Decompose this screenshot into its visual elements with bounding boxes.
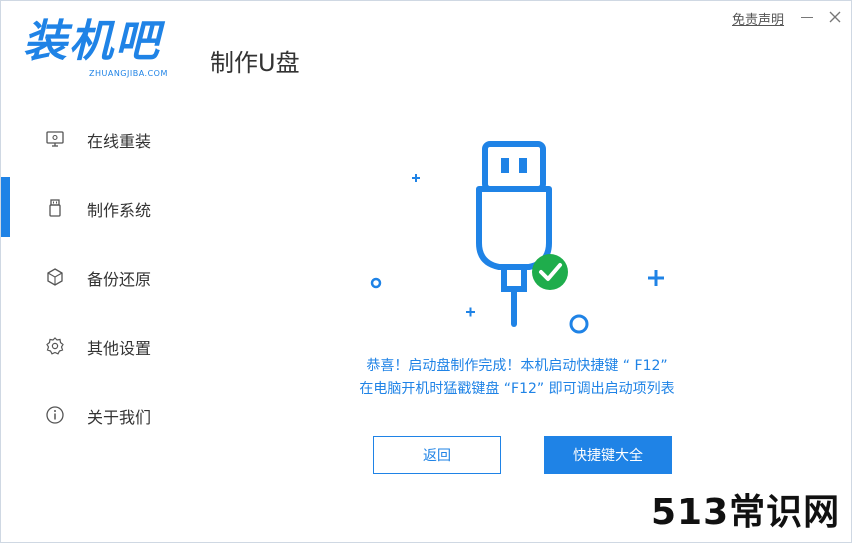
sidebar-item-backup-restore[interactable]: 备份还原 (1, 256, 201, 296)
plus-icon (648, 270, 664, 286)
usb-drive-icon (45, 198, 65, 218)
app-window: 装机吧 ZHUANGJIBA.COM 制作U盘 免责声明 在线重装 制作系统 备… (0, 0, 852, 543)
ring-icon (370, 277, 382, 289)
sidebar-item-other-settings[interactable]: 其他设置 (1, 325, 201, 365)
usb-success-illustration (351, 131, 691, 341)
sidebar-item-about-us[interactable]: 关于我们 (1, 394, 201, 434)
plus-icon (412, 174, 420, 182)
site-watermark: 513常识网 (651, 492, 841, 533)
hotkey-list-button[interactable]: 快捷键大全 (544, 436, 672, 474)
brand-logo: 装机吧 ZHUANGJIBA.COM (23, 15, 183, 85)
success-message: 恭喜！启动盘制作完成！本机启动快捷键 “ F12” (366, 358, 668, 374)
check-icon (532, 254, 568, 290)
close-icon[interactable] (827, 9, 843, 25)
disclaimer-link[interactable]: 免责声明 (732, 9, 784, 28)
sidebar-item-online-install[interactable]: 在线重装 (1, 118, 201, 158)
ring-icon (569, 314, 589, 334)
back-button[interactable]: 返回 (373, 436, 501, 474)
usb-cable-icon (370, 141, 664, 334)
info-icon (45, 405, 65, 425)
gear-icon (45, 336, 65, 356)
sidebar-item-label: 备份还原 (87, 270, 152, 289)
logo-text: 装机吧 (23, 16, 161, 67)
monitor-icon (45, 129, 65, 149)
sidebar-item-label: 制作系统 (87, 201, 152, 220)
plus-icon (466, 307, 475, 317)
sidebar-item-label: 关于我们 (87, 408, 152, 427)
logo-subtext: ZHUANGJIBA.COM (89, 69, 168, 78)
minimize-icon[interactable] (801, 17, 813, 18)
sidebar-item-label: 其他设置 (87, 339, 152, 358)
sidebar-item-make-system[interactable]: 制作系统 (1, 187, 201, 227)
sidebar-item-label: 在线重装 (87, 132, 152, 151)
page-title: 制作U盘 (210, 49, 300, 77)
backup-cube-icon (45, 267, 65, 287)
boot-hint-message: 在电脑开机时猛戳键盘 “F12” 即可调出启动项列表 (359, 381, 675, 397)
